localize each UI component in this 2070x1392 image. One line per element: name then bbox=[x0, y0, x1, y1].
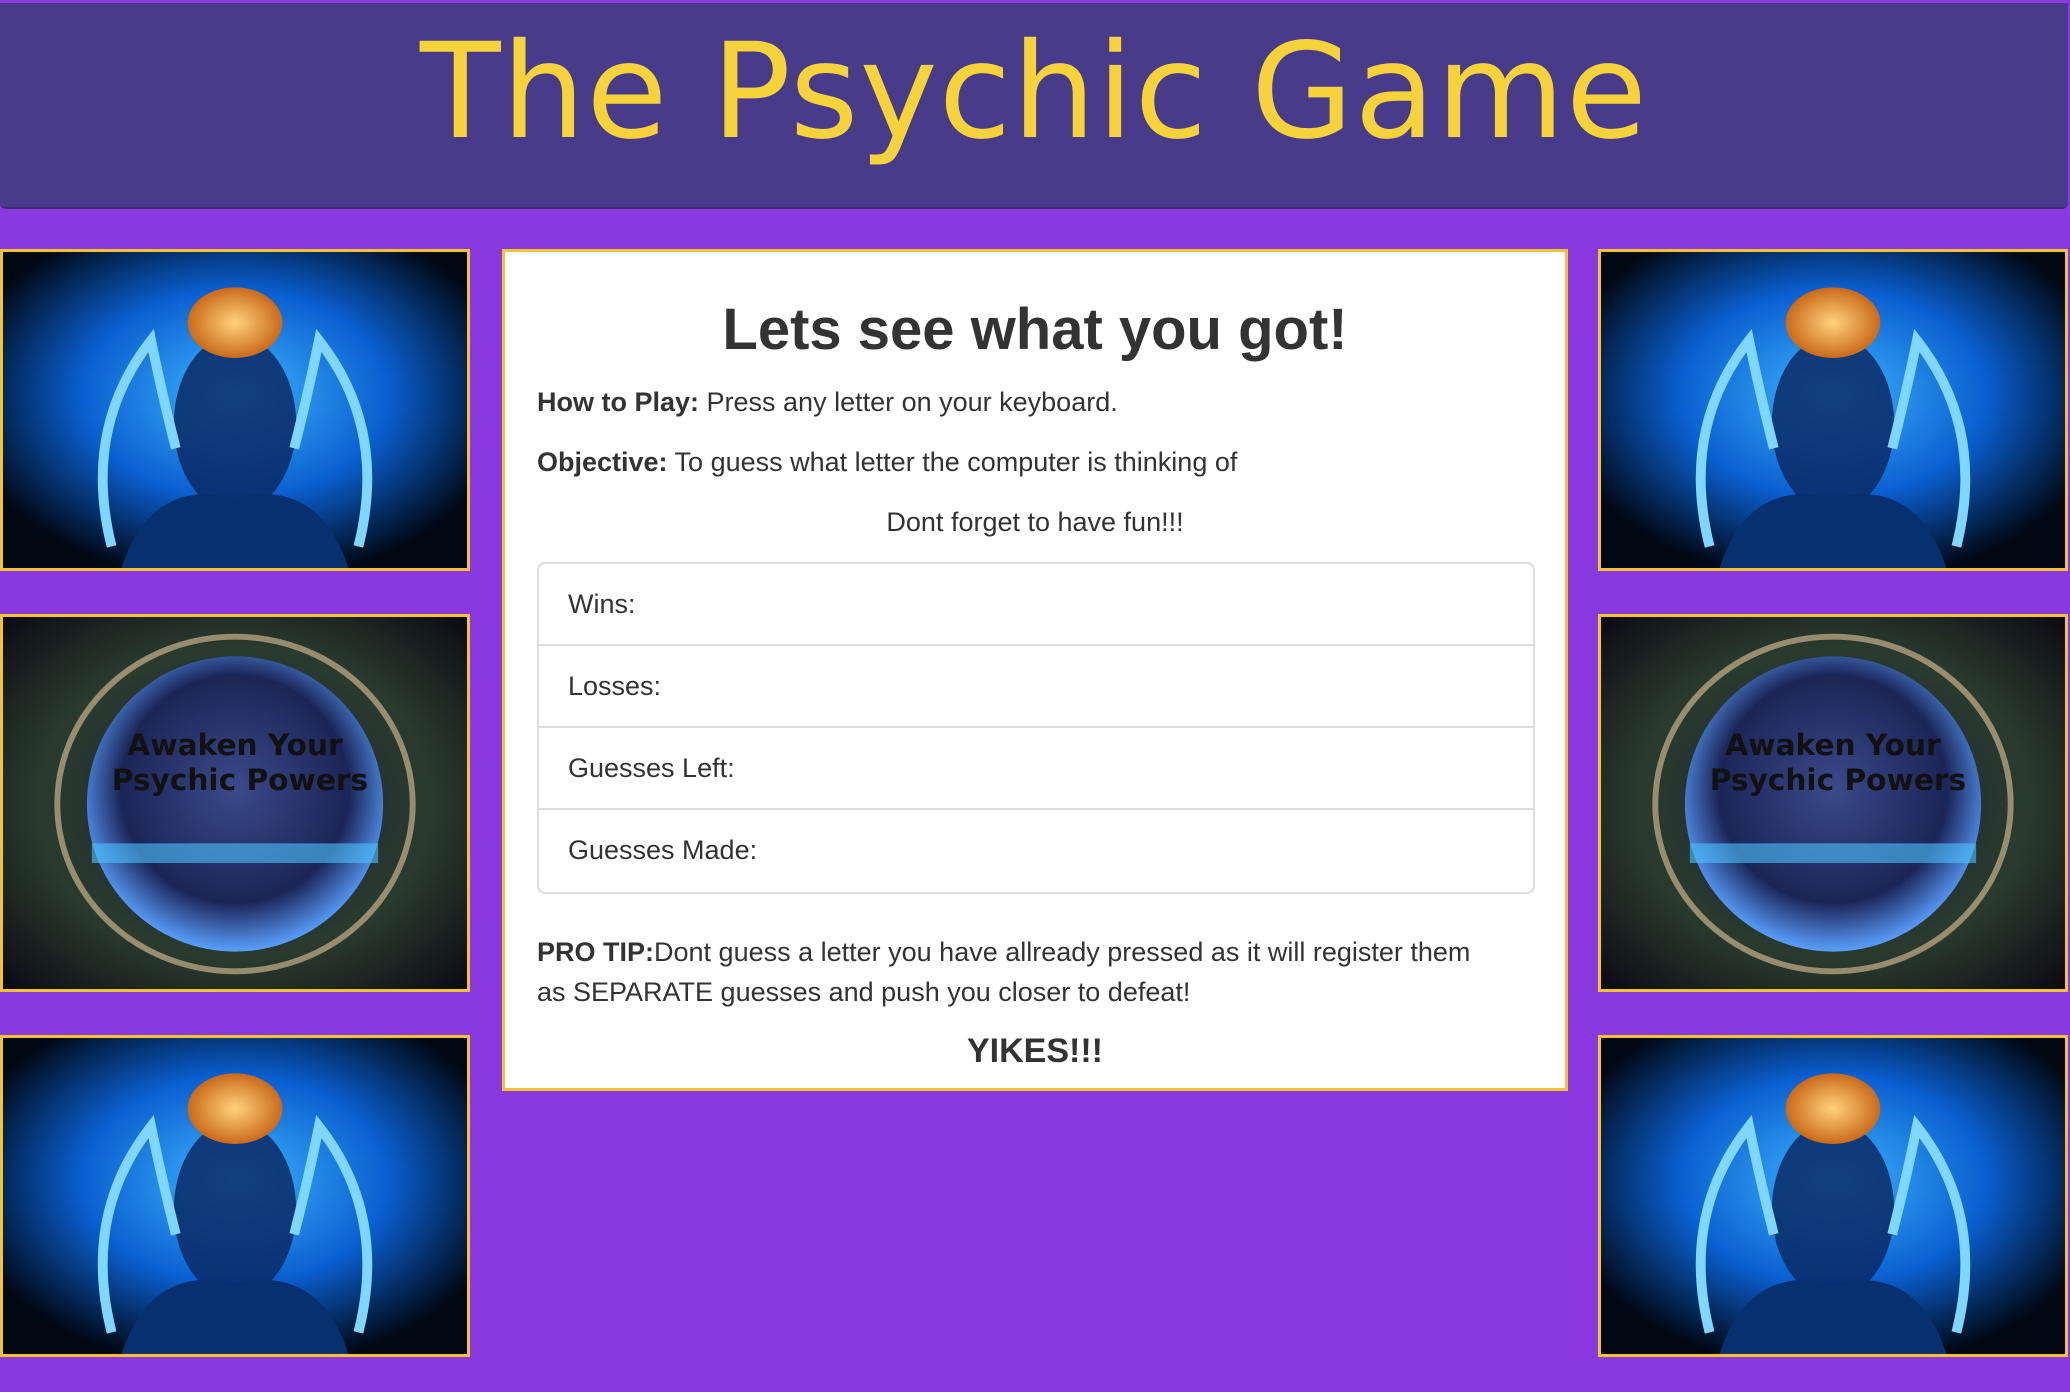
fun-text: Dont forget to have fun!!! bbox=[886, 507, 1184, 537]
page-title: The Psychic Game bbox=[419, 15, 1649, 169]
svg-text:Psychic Powers: Psychic Powers bbox=[1710, 763, 1966, 797]
objective-line: Objective: To guess what letter the comp… bbox=[537, 442, 1533, 482]
objective-text: To guess what letter the computer is thi… bbox=[667, 447, 1238, 477]
how-to-play-label: How to Play: bbox=[537, 387, 700, 417]
pro-tip-line1: PRO TIP:Dont guess a letter you have all… bbox=[537, 932, 1533, 972]
how-to-play-text: Press any letter on your keyboard. bbox=[699, 387, 1118, 417]
svg-text:Psychic Powers: Psychic Powers bbox=[112, 763, 368, 797]
panel-heading: Lets see what you got! bbox=[722, 297, 1348, 362]
game-panel: Lets see what you got! How to Play: Pres… bbox=[502, 249, 1568, 1091]
stat-guesses-made: Guesses Made: bbox=[568, 835, 758, 865]
brain-image-right-top bbox=[1598, 249, 2068, 571]
svg-text:Awaken Your: Awaken Your bbox=[1725, 728, 1941, 762]
stat-wins: Wins: bbox=[539, 564, 1533, 646]
objective-label: Objective: bbox=[537, 447, 668, 477]
stat-losses: Losses: bbox=[539, 646, 1533, 728]
how-to-play-line: How to Play: Press any letter on your ke… bbox=[537, 382, 1533, 422]
pro-tip-text: Dont guess a letter you have allready pr… bbox=[654, 937, 1471, 967]
svg-text:Awaken Your: Awaken Your bbox=[127, 728, 343, 762]
brain-image-left-bottom bbox=[0, 1035, 470, 1357]
yikes-text: YIKES!!! bbox=[967, 1032, 1103, 1070]
awaken-image-right: Awaken Your Psychic Powers bbox=[1598, 614, 2068, 992]
brain-image-right-bottom bbox=[1598, 1035, 2068, 1357]
brain-image-left-top bbox=[0, 249, 470, 571]
stats-list: Wins: Losses: Guesses Left: Guesses Made… bbox=[537, 562, 1535, 894]
stat-guesses-left: Guesses Left: bbox=[539, 728, 1533, 810]
pro-tip-line2: as SEPARATE guesses and push you closer … bbox=[537, 977, 1191, 1007]
pro-tip-label: PRO TIP: bbox=[537, 937, 655, 967]
page-header: The Psychic Game bbox=[0, 3, 2068, 209]
awaken-image-left: Awaken Your Psychic Powers bbox=[0, 614, 470, 992]
